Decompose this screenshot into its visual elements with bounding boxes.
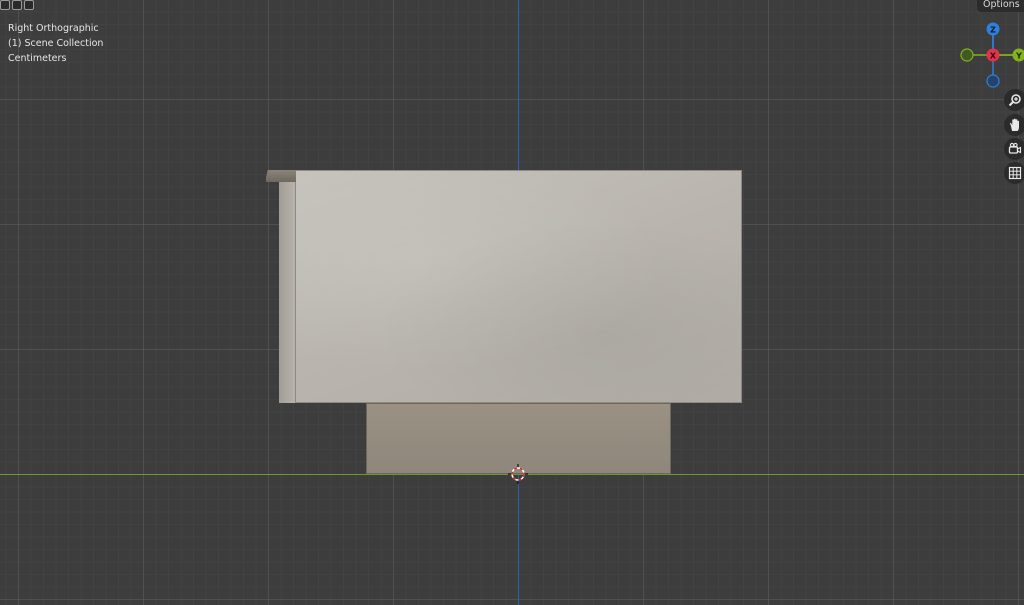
x-label: X xyxy=(990,51,997,60)
neg-y-handle[interactable] xyxy=(960,48,974,62)
3d-cursor-icon[interactable] xyxy=(508,464,528,484)
options-label: Options xyxy=(983,0,1020,10)
pan-button[interactable] xyxy=(1004,114,1024,136)
navigation-gizmo[interactable]: Z Y X xyxy=(958,20,1024,92)
camera-view-button[interactable] xyxy=(1004,138,1024,160)
mesh-lip xyxy=(266,170,296,182)
neg-z-handle[interactable] xyxy=(986,74,1000,88)
ortho-toggle-button[interactable] xyxy=(1004,162,1024,184)
mesh-upper-body[interactable] xyxy=(279,170,742,403)
header-mode-icons xyxy=(0,0,34,11)
options-dropdown[interactable]: Options▾ xyxy=(977,0,1024,12)
zoom-button[interactable] xyxy=(1004,89,1024,111)
select-mode-icon[interactable] xyxy=(0,0,10,10)
units-label: Centimeters xyxy=(8,53,67,64)
collection-name: (1) Scene Collection xyxy=(8,38,104,49)
viewport-info-overlay: Right Orthographic (1) Scene Collection … xyxy=(8,21,103,66)
camera-icon xyxy=(1008,142,1022,154)
y-label: Y xyxy=(1015,51,1022,60)
select-subtract-icon[interactable] xyxy=(24,0,34,10)
view-name: Right Orthographic xyxy=(8,23,99,34)
pan-hand-icon xyxy=(1010,118,1019,131)
z-label: Z xyxy=(990,25,996,34)
zoom-icon xyxy=(1008,94,1021,107)
select-extend-icon[interactable] xyxy=(12,0,22,10)
mesh-side-strip xyxy=(279,180,296,403)
ortho-grid-icon xyxy=(1008,166,1022,180)
